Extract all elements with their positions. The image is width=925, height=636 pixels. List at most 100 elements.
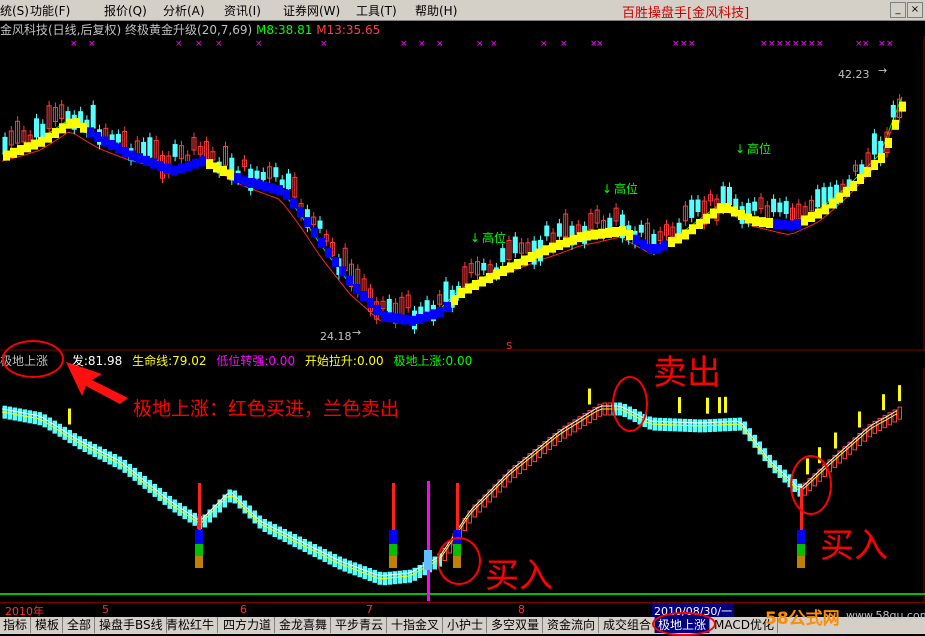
candle-body — [783, 201, 789, 214]
trend-band-block — [129, 150, 136, 161]
close-button[interactable]: × — [907, 2, 923, 18]
trend-band-block — [591, 229, 598, 240]
candle-body — [638, 224, 644, 233]
tab-duokong[interactable]: 多空双量 — [488, 617, 544, 633]
trend-band-block — [780, 219, 787, 230]
indicator-bar — [897, 406, 902, 420]
main-kline-chart[interactable]: × × × × × × × × × × × × × × ×× × × × × × × × × × × × × × × × 42.23 → … — [0, 36, 925, 351]
trend-band-block — [801, 215, 808, 226]
indicator-spike — [724, 396, 727, 413]
menu-tools[interactable]: 工具(T) — [356, 2, 397, 19]
trend-band-block — [430, 309, 437, 320]
candle-body — [317, 220, 323, 229]
trend-band-block — [325, 247, 332, 258]
trend-band-block — [689, 224, 696, 235]
price-high-label: 42.23 — [838, 68, 870, 81]
trend-band-block — [388, 312, 395, 323]
top-signal-marker: × — [195, 39, 203, 49]
candle-body — [254, 170, 260, 179]
trend-band-block — [276, 185, 283, 195]
indicator-spike — [588, 388, 591, 405]
top-signal-marker: × — [320, 39, 328, 49]
trend-band-block — [416, 314, 423, 324]
trend-band-block — [297, 207, 304, 218]
menu-help[interactable]: 帮助(H) — [415, 2, 457, 19]
tab-chengjiao[interactable]: 成交组合 — [600, 617, 656, 633]
tab-shizhi[interactable]: 十指金叉 — [388, 617, 444, 633]
candle-body — [815, 189, 821, 208]
annotation-description: 极地上涨：红色买进，兰色卖出 — [133, 398, 400, 420]
top-signal-marker: × — [800, 39, 808, 49]
tab-bs-line[interactable]: 操盘手BS线 — [96, 617, 167, 633]
active-tab-circle — [652, 612, 716, 636]
signal-column-top — [456, 483, 459, 533]
trend-band-block — [339, 266, 346, 277]
trend-band-block — [87, 127, 94, 138]
trend-band-block — [759, 217, 766, 228]
trend-band-block — [584, 230, 591, 241]
menu-system[interactable]: 统(S) — [0, 2, 29, 19]
high-label-2-arrow: ↓ — [602, 182, 612, 196]
trend-band-block — [178, 163, 185, 174]
trend-band-block — [731, 206, 738, 217]
candle-body — [273, 167, 279, 178]
trend-band-block — [717, 203, 724, 214]
price-low-label: 24.18 — [320, 330, 352, 343]
trend-band-block — [528, 252, 535, 262]
signal-block-cyan — [424, 550, 432, 570]
trend-band-block — [395, 313, 402, 324]
top-signal-marker: × — [175, 39, 183, 49]
tab-template[interactable]: 模板 — [32, 617, 64, 633]
trend-band-block — [241, 176, 248, 187]
top-signal-marker: × — [596, 39, 604, 49]
top-signal-marker: × — [680, 39, 688, 49]
tab-zijin[interactable]: 资金流向 — [544, 617, 600, 633]
tab-jinlong[interactable]: 金龙喜舞 — [276, 617, 332, 633]
menu-securities-net[interactable]: 证券网(W) — [283, 2, 340, 19]
tab-xiaohushi[interactable]: 小护士 — [444, 617, 488, 633]
menu-function[interactable]: 功能(F) — [30, 2, 70, 19]
menu-info[interactable]: 资讯(I) — [224, 2, 261, 19]
menu-quote[interactable]: 报价(Q) — [104, 2, 147, 19]
tab-indicator[interactable]: 指标 — [0, 617, 32, 633]
trend-band-block — [10, 147, 17, 158]
indicator-polar-rise: 极地上涨:0.00 — [393, 354, 473, 368]
signal-column-top — [392, 483, 395, 533]
trend-band-block — [829, 198, 836, 209]
trend-band-block — [472, 280, 479, 290]
minimize-button[interactable]: _ — [890, 2, 906, 18]
trend-band-block — [535, 248, 542, 259]
candle-body — [890, 104, 896, 118]
trend-band-block — [864, 167, 871, 177]
top-signal-marker: × — [878, 39, 886, 49]
top-signal-marker: × — [436, 39, 444, 49]
tab-sifang[interactable]: 四方力道 — [220, 617, 276, 633]
trend-band-block — [570, 234, 577, 245]
trend-band-block — [346, 275, 353, 286]
candle-body — [500, 248, 506, 263]
candle-body — [777, 202, 783, 213]
trend-band-block — [465, 283, 472, 294]
signal-block-orange — [389, 556, 397, 568]
menu-analysis[interactable]: 分析(A) — [163, 2, 205, 19]
tab-pingbu[interactable]: 平步青云 — [332, 617, 388, 633]
time-label-6: 6 — [240, 603, 247, 616]
trend-band-block — [710, 208, 717, 219]
top-signal-marker: × — [776, 39, 784, 49]
candle-body — [286, 173, 291, 190]
trend-band-block — [661, 240, 668, 251]
trend-band-block — [556, 240, 563, 250]
trend-band-block — [878, 153, 885, 163]
trend-band-block — [451, 295, 458, 305]
trend-band-block — [563, 237, 570, 248]
trend-band-block — [787, 220, 794, 231]
trend-band-block — [115, 143, 122, 154]
candle-body — [260, 172, 266, 181]
tab-all[interactable]: 全部 — [64, 617, 96, 633]
trend-band-block — [290, 198, 297, 209]
tab-qingsong[interactable]: 青松红牛 — [163, 617, 219, 633]
trend-band-block — [367, 298, 374, 308]
trend-band-block — [171, 165, 178, 176]
trend-band-block — [262, 181, 269, 192]
trend-band-block — [108, 140, 115, 150]
